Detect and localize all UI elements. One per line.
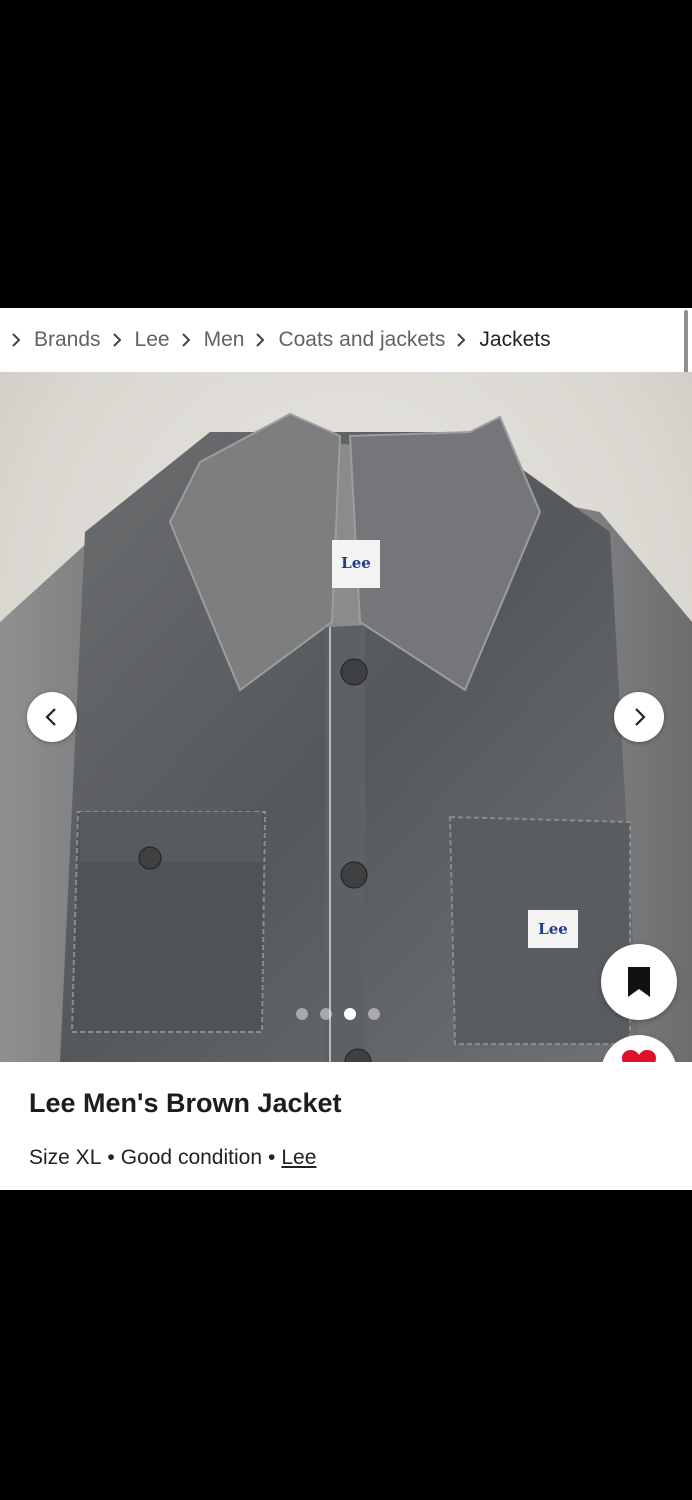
product-image[interactable]: Lee Lee — [0, 372, 692, 1062]
chevron-right-icon — [107, 330, 127, 350]
product-meta: Size XL • Good condition • Lee — [29, 1146, 316, 1170]
breadcrumb-item-men[interactable]: Men — [170, 328, 245, 352]
meta-separator: • — [107, 1146, 115, 1169]
breadcrumb-label: Lee — [134, 328, 170, 351]
product-panel: Brands Lee Men Coats and jackets Jackets — [0, 308, 692, 1190]
chevron-left-icon — [45, 708, 56, 726]
bottom-letterbox — [0, 1190, 692, 1500]
gallery-prev-button[interactable] — [27, 692, 77, 742]
product-title: Lee Men's Brown Jacket — [29, 1088, 342, 1118]
breadcrumb-label: Men — [203, 328, 245, 351]
pagination-dot[interactable] — [320, 1008, 332, 1020]
bookmark-icon — [628, 967, 650, 997]
chevron-right-icon — [635, 708, 646, 726]
top-letterbox — [0, 0, 692, 308]
breadcrumb-label: Coats and jackets — [278, 328, 446, 351]
heart-icon — [622, 1050, 656, 1062]
pagination-dot[interactable] — [368, 1008, 380, 1020]
product-condition: Good condition — [120, 1146, 263, 1169]
breadcrumb-item-jackets[interactable]: Jackets — [445, 328, 551, 352]
breadcrumb-item-coats-and-jackets[interactable]: Coats and jackets — [244, 328, 445, 352]
pagination-dot-active[interactable] — [344, 1008, 356, 1020]
breadcrumb-scrollbar[interactable] — [684, 310, 688, 376]
chevron-right-icon — [250, 330, 270, 350]
pagination-dot[interactable] — [296, 1008, 308, 1020]
breadcrumb-item-brands[interactable]: Brands — [0, 328, 101, 352]
meta-separator: • — [268, 1146, 276, 1169]
breadcrumb-item-lee[interactable]: Lee — [101, 328, 170, 352]
chevron-right-icon — [176, 330, 196, 350]
breadcrumb: Brands Lee Men Coats and jackets Jackets — [0, 308, 692, 372]
svg-text:Lee: Lee — [538, 920, 568, 938]
breadcrumb-label: Brands — [34, 328, 101, 351]
svg-text:Lee: Lee — [341, 554, 371, 572]
chevron-right-icon — [6, 330, 26, 350]
breadcrumb-label: Jackets — [479, 328, 551, 351]
save-button[interactable] — [601, 944, 677, 1020]
jacket-photo: Lee Lee — [0, 412, 692, 1062]
gallery-next-button[interactable] — [614, 692, 664, 742]
gallery-pagination — [296, 1008, 380, 1020]
product-brand-link[interactable]: Lee — [281, 1146, 316, 1169]
chevron-right-icon — [451, 330, 471, 350]
product-size: Size XL — [29, 1146, 102, 1169]
